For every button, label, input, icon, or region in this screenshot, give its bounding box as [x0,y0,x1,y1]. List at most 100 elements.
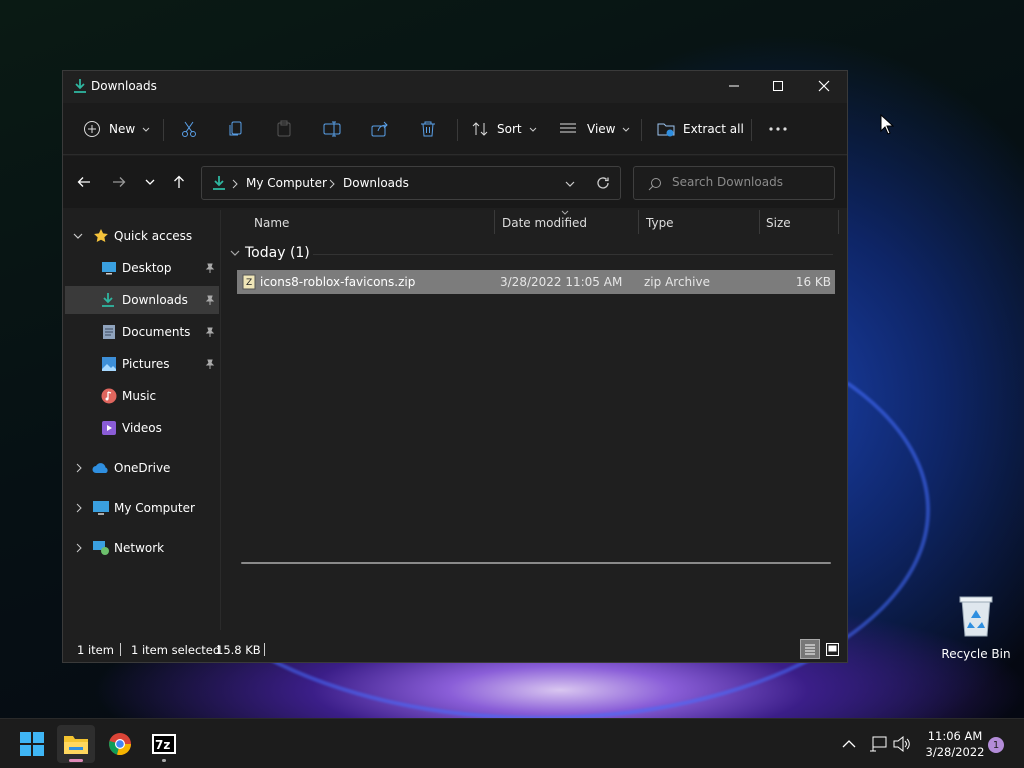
close-button[interactable] [801,71,847,101]
sort-label: Sort [497,122,522,136]
taskbar-file-explorer[interactable] [57,725,95,763]
copy-button[interactable] [227,115,245,143]
back-button[interactable] [72,170,96,194]
taskbar-7zip[interactable]: 7z [145,725,183,763]
cloud-icon [92,463,108,473]
sidebar-item-pictures[interactable]: Pictures [65,350,219,378]
view-button[interactable]: View [559,115,631,143]
sidebar-item-downloads[interactable]: Downloads [65,286,219,314]
show-hidden-icons-button[interactable] [832,725,866,763]
delete-button[interactable] [419,115,437,143]
file-name: icons8-roblox-favicons.zip [260,275,416,289]
extract-all-button[interactable]: Extract all [657,115,744,143]
sidebar-label: Quick access [114,229,193,243]
breadcrumb-downloads[interactable]: Downloads [343,176,409,190]
column-divider[interactable] [638,210,639,234]
share-icon [371,121,388,137]
recent-locations-button[interactable] [138,170,162,194]
sidebar-item-videos[interactable]: Videos [65,414,219,442]
sidebar-label: Pictures [122,357,170,371]
sidebar-label: Videos [122,421,162,435]
maximize-button[interactable] [755,71,801,101]
extract-all-label: Extract all [683,122,744,136]
scissors-icon [182,121,196,137]
rename-button[interactable] [323,115,341,143]
up-button[interactable] [167,170,191,194]
column-divider[interactable] [759,210,760,234]
forward-button[interactable] [107,170,131,194]
sidebar-item-documents[interactable]: Documents [65,318,219,346]
cut-button[interactable] [180,115,198,143]
toolbar-divider [163,119,164,141]
column-header-name[interactable]: Name [254,216,289,230]
desktop-icon [102,262,116,275]
chevron-right-icon [76,503,82,513]
search-box[interactable] [633,166,835,200]
svg-text:7z: 7z [155,738,170,752]
more-options-button[interactable] [767,115,789,143]
running-app-indicator [162,759,166,762]
sidebar-label: My Computer [114,501,195,515]
column-divider[interactable] [494,210,495,234]
new-button[interactable]: New [83,115,151,143]
column-header-date-modified[interactable]: Date modified [502,216,587,230]
sidebar-item-onedrive[interactable]: OneDrive [63,454,219,482]
recycle-bin-icon [959,596,993,637]
sidebar-item-my-computer[interactable]: My Computer [63,494,219,522]
status-divider [264,643,265,656]
paste-icon [277,120,291,137]
paste-button[interactable] [275,115,293,143]
file-type: zip Archive [644,275,710,289]
clock-time: 11:06 AM [927,729,983,743]
chevron-right-icon [76,543,82,553]
column-header-type[interactable]: Type [646,216,674,230]
sort-button[interactable]: Sort [471,115,538,143]
selection-count: 1 item selected [131,643,221,657]
refresh-icon[interactable] [596,176,610,190]
arrow-right-icon [113,177,126,187]
chevron-down-icon [230,250,240,256]
group-header-today[interactable]: Today (1) [229,244,310,262]
arrow-left-icon [77,177,90,187]
music-icon [101,388,117,404]
sidebar-item-quick-access[interactable]: Quick access [63,222,219,250]
network-status-icon [870,736,887,752]
sidebar-item-network[interactable]: Network [63,534,219,562]
chevron-right-icon [76,463,82,473]
star-icon [94,229,108,242]
start-button[interactable] [13,725,51,763]
view-label: View [587,122,616,136]
sidebar-item-desktop[interactable]: Desktop [65,254,219,282]
notification-badge[interactable]: 1 [988,737,1004,753]
taskbar-chrome[interactable] [101,725,139,763]
breadcrumb-my-computer[interactable]: My Computer [246,176,327,190]
download-icon [102,293,114,307]
recycle-bin-desktop-icon[interactable]: Recycle Bin [938,594,1014,661]
minimize-button[interactable] [711,71,757,101]
horizontal-scrollbar[interactable] [241,562,831,564]
address-bar[interactable]: My Computer Downloads [201,166,621,200]
column-header-size[interactable]: Size [766,216,791,230]
file-date: 3/28/2022 11:05 AM [500,275,623,289]
svg-text:Z: Z [246,278,252,288]
volume-button[interactable] [890,725,914,763]
extract-folder-icon [657,123,675,137]
file-row[interactable]: Z icons8-roblox-favicons.zip 3/28/2022 1… [237,270,835,294]
search-input[interactable] [672,175,822,189]
clock[interactable]: 11:06 AM 3/28/2022 [920,729,990,759]
network-status-button[interactable] [866,725,890,763]
tiles-view-button[interactable] [822,639,842,659]
command-bar: New Sort View Extract all [63,103,847,155]
network-icon [93,541,109,555]
status-divider [120,643,121,656]
share-button[interactable] [371,115,389,143]
title-bar[interactable]: Downloads [63,71,847,103]
sidebar-item-music[interactable]: Music [65,382,219,410]
recycle-bin-label: Recycle Bin [941,647,1011,661]
chevron-down-icon[interactable] [564,178,576,190]
sort-icon [472,122,488,136]
list-view-icon [560,123,576,133]
sidebar-label: OneDrive [114,461,171,475]
chevron-down-icon [73,233,83,239]
details-view-button[interactable] [800,639,820,659]
